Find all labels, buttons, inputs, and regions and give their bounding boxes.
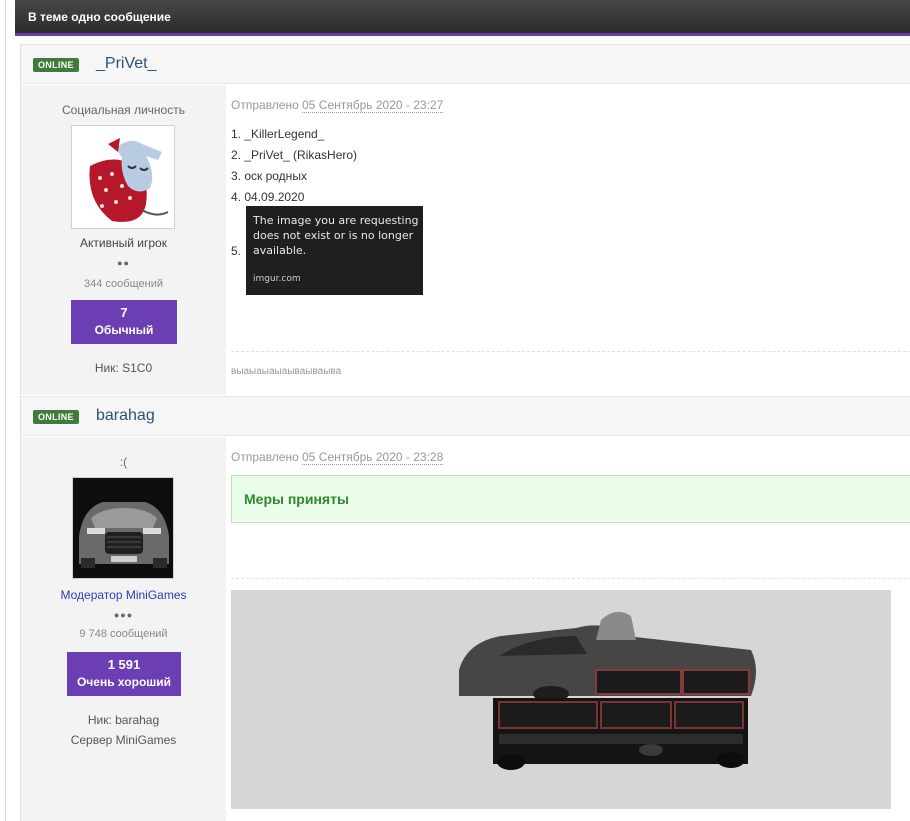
post-date-link[interactable]: 05 Сентябрь 2020 - 23:28: [302, 450, 444, 465]
post-date: Отправлено 05 Сентябрь 2020 - 23:27: [231, 98, 910, 113]
broken-image-placeholder[interactable]: The image you are requesting does not ex…: [246, 206, 423, 295]
moderator-notice-text: Меры приняты: [244, 491, 349, 507]
avatar[interactable]: [71, 125, 175, 229]
post-2: ONLINE barahag :( Модератор MiniGames ●●…: [20, 396, 910, 821]
author-sidebar: Социальная личность Активный игрок ●● 34…: [21, 85, 226, 395]
avatar[interactable]: [72, 477, 174, 579]
nickname: Ник: S1C0: [94, 361, 153, 375]
avatar-image: [73, 478, 173, 578]
post-line-2: 2. _PriVet_ (RikasHero): [231, 148, 358, 162]
broken-image-host: imgur.com: [253, 274, 301, 284]
post-header: ONLINE _PriVet_: [21, 44, 910, 84]
reputation-value: 1 591: [107, 657, 141, 672]
author-sidebar: :( Модератор MiniGames ●●● 9 748 сообщен…: [21, 437, 226, 821]
nickname: Ник: barahag: [87, 713, 160, 727]
user-title: Социальная личность: [62, 103, 185, 117]
reputation-value: 7: [120, 305, 128, 320]
reputation-label: Очень хороший: [76, 675, 172, 689]
user-title: :(: [119, 455, 128, 469]
post-line-1: 1. _KillerLegend_: [231, 127, 325, 141]
post-line-4: 4. 04.09.2020: [231, 190, 305, 204]
group-name: Модератор MiniGames: [60, 588, 187, 602]
post-date-prefix: Отправлено: [231, 98, 299, 112]
author-name-link[interactable]: barahag: [96, 407, 155, 425]
online-badge: ONLINE: [33, 58, 79, 72]
group-name: Активный игрок: [80, 236, 167, 250]
reputation-badge[interactable]: 1 591 Очень хороший: [67, 652, 181, 696]
avatar-image: [72, 126, 174, 228]
post-date-prefix: Отправлено: [231, 450, 299, 464]
page-left-border: [5, 0, 6, 821]
post-line-3: 3. оск родных: [231, 169, 307, 183]
post-date-link[interactable]: 05 Сентябрь 2020 - 23:27: [302, 98, 444, 113]
post-header: ONLINE barahag: [21, 396, 910, 436]
rank-pips-icon: ●●●: [113, 610, 134, 620]
signature-divider: [231, 351, 910, 352]
topic-bar: В теме одно сообщение: [15, 0, 910, 36]
topic-bar-title: В теме одно сообщение: [28, 10, 171, 24]
online-badge: ONLINE: [33, 410, 79, 424]
signature: выаыаыаыаываываыва: [231, 366, 342, 377]
broken-image-message: The image you are requesting does not ex…: [253, 214, 419, 257]
post-content: Отправлено 05 Сентябрь 2020 - 23:27 1. _…: [231, 98, 910, 388]
author-name-link[interactable]: _PriVet_: [96, 55, 156, 73]
post-1: ONLINE _PriVet_ Социальная личность Акти…: [20, 44, 910, 395]
post-line-5: 5.: [231, 244, 242, 258]
post-count: 344 сообщений: [84, 278, 163, 290]
rank-pips-icon: ●●: [117, 258, 130, 268]
post-content: Отправлено 05 Сентябрь 2020 - 23:28 Меры…: [231, 450, 910, 820]
reputation-badge[interactable]: 7 Обычный: [71, 300, 177, 344]
signature-car-image: [231, 590, 891, 809]
moderator-notice: Меры приняты: [231, 475, 910, 523]
post-count: 9 748 сообщений: [79, 628, 168, 640]
server-name: Сервер MiniGames: [70, 733, 177, 747]
signature-divider: [231, 578, 910, 579]
car-graphic: [231, 590, 891, 809]
post-date: Отправлено 05 Сентябрь 2020 - 23:28: [231, 450, 910, 465]
reputation-label: Обычный: [94, 323, 154, 337]
